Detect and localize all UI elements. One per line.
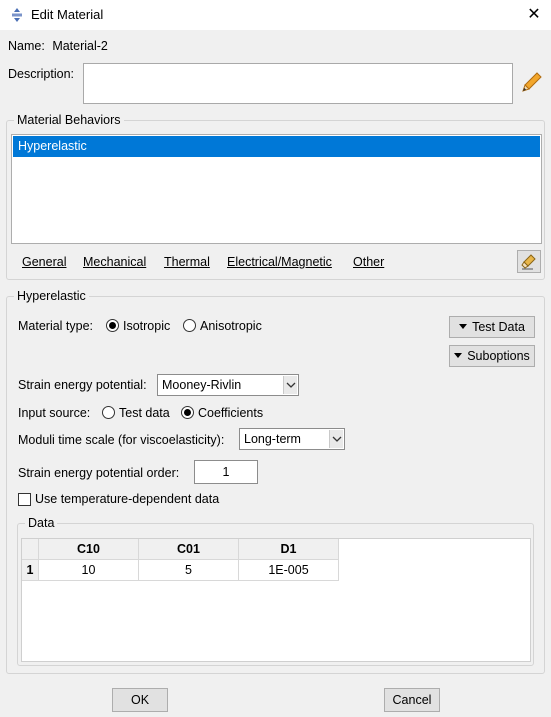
close-icon: ✕	[527, 6, 541, 23]
strain-energy-potential-select[interactable]: Mooney-Rivlin	[157, 374, 299, 396]
column-header-c01[interactable]: C01	[139, 539, 239, 560]
menu-thermal[interactable]: Thermal	[164, 255, 210, 269]
moduli-time-scale-value: Long-term	[244, 432, 301, 446]
app-icon	[9, 7, 25, 23]
edit-description-button[interactable]	[520, 70, 544, 94]
radio-test-data[interactable]: Test data	[102, 406, 170, 420]
material-behaviors-title: Material Behaviors	[14, 113, 124, 127]
radio-anisotropic[interactable]: Anisotropic	[183, 319, 262, 333]
radio-coefficients-indicator	[181, 406, 194, 419]
radio-coefficients-label: Coefficients	[198, 406, 264, 420]
potential-order-label: Strain energy potential order:	[18, 466, 180, 480]
dropdown-arrow-icon	[459, 324, 468, 329]
hyperelastic-title: Hyperelastic	[14, 289, 89, 303]
menu-mechanical[interactable]: Mechanical	[83, 255, 146, 269]
moduli-time-scale-select[interactable]: Long-term	[239, 428, 345, 450]
radio-isotropic[interactable]: Isotropic	[106, 319, 170, 333]
menu-other[interactable]: Other	[353, 255, 384, 269]
behavior-item-hyperelastic[interactable]: Hyperelastic	[13, 136, 540, 157]
radio-test-data-label: Test data	[119, 406, 170, 420]
potential-order-input[interactable]: 1	[194, 460, 258, 484]
radio-coefficients[interactable]: Coefficients	[181, 406, 263, 420]
table-cell-d1[interactable]: 1E-005	[239, 560, 339, 581]
row-header[interactable]: 1	[22, 560, 39, 581]
description-input[interactable]	[83, 63, 513, 104]
radio-anisotropic-indicator	[183, 319, 196, 332]
radio-isotropic-indicator	[106, 319, 119, 332]
dropdown-arrow-icon	[454, 353, 463, 358]
radio-isotropic-label: Isotropic	[123, 319, 171, 333]
moduli-time-scale-label: Moduli time scale (for viscoelasticity):	[18, 433, 225, 447]
behaviors-menu-bar: General Mechanical Thermal Electrical/Ma…	[11, 249, 512, 275]
table-corner	[22, 539, 39, 560]
description-label: Description:	[8, 67, 74, 81]
suboptions-label: Suboptions	[467, 349, 530, 363]
temperature-dependent-label: Use temperature-dependent data	[35, 492, 220, 506]
behaviors-list[interactable]: Hyperelastic	[11, 134, 542, 244]
radio-anisotropic-label: Anisotropic	[200, 319, 262, 333]
menu-general[interactable]: General	[22, 255, 66, 269]
close-button[interactable]: ✕	[521, 3, 547, 27]
input-source-label: Input source:	[18, 406, 91, 420]
name-value: Material-2	[52, 39, 108, 53]
column-header-d1[interactable]: D1	[239, 539, 339, 560]
temperature-dependent-checkbox[interactable]	[18, 493, 31, 506]
test-data-label: Test Data	[472, 320, 525, 334]
ok-button[interactable]: OK	[112, 688, 168, 712]
delete-behavior-button[interactable]	[517, 250, 541, 273]
table-cell-c01[interactable]: 5	[139, 560, 239, 581]
column-header-c10[interactable]: C10	[39, 539, 139, 560]
suboptions-button[interactable]: Suboptions	[449, 345, 535, 367]
menu-electrical-magnetic[interactable]: Electrical/Magnetic	[227, 255, 332, 269]
strain-energy-potential-value: Mooney-Rivlin	[162, 378, 242, 392]
table-cell-c10[interactable]: 10	[39, 560, 139, 581]
pencil-icon	[522, 72, 542, 92]
strain-energy-potential-label: Strain energy potential:	[18, 378, 147, 392]
data-group-title: Data	[25, 516, 58, 530]
chevron-down-icon	[329, 430, 343, 448]
name-label: Name:	[8, 39, 45, 53]
chevron-down-icon	[283, 376, 297, 394]
name-row: Name: Material-2	[8, 39, 108, 53]
data-table[interactable]: C10 C01 D1 1 10 5 1E-005	[21, 538, 531, 662]
cancel-button[interactable]: Cancel	[384, 688, 440, 712]
eraser-icon	[521, 254, 536, 270]
window-title: Edit Material	[31, 7, 104, 22]
radio-test-data-indicator	[102, 406, 115, 419]
test-data-button[interactable]: Test Data	[449, 316, 535, 338]
material-type-label: Material type:	[18, 319, 94, 333]
